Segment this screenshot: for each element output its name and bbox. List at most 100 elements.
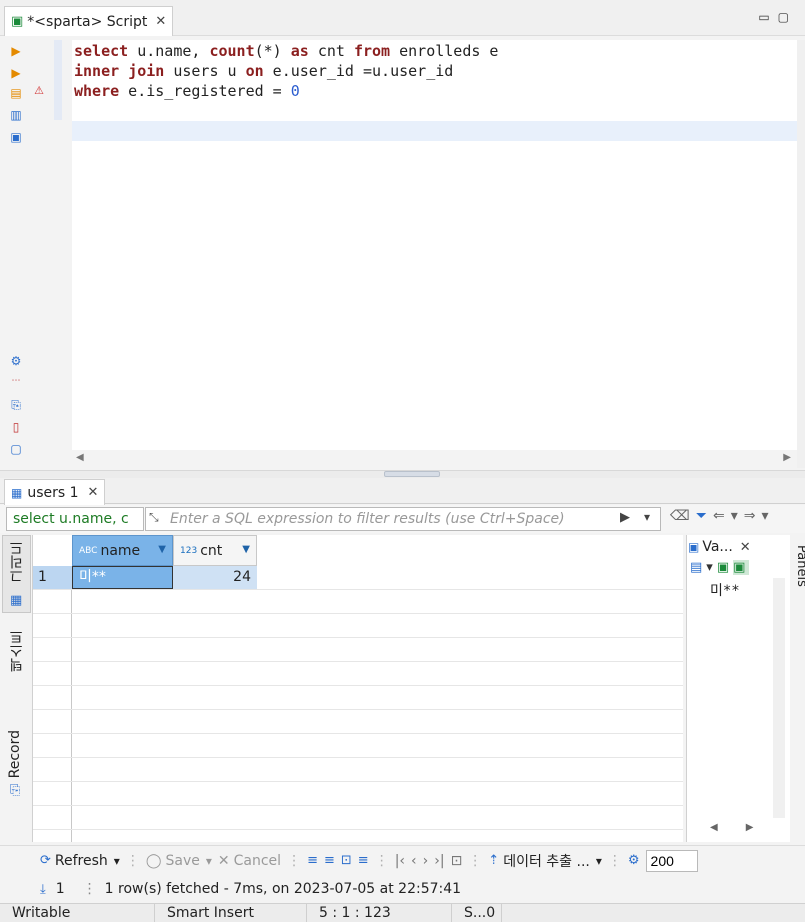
book-icon[interactable]: ▤ xyxy=(690,560,706,575)
explain-plan-icon[interactable]: ▥ xyxy=(9,108,23,122)
scroll-left-icon[interactable]: ◀ xyxy=(710,822,746,833)
results-tab-bar xyxy=(0,478,805,504)
close-icon[interactable]: ✕ xyxy=(155,14,166,29)
auto-save-icon[interactable]: ▣ xyxy=(733,560,750,575)
fetch-size-input[interactable] xyxy=(645,849,698,872)
scroll-right-icon[interactable]: ▶ xyxy=(746,822,782,833)
save-button[interactable]: ◯ Save xyxy=(146,853,200,869)
next-page-icon[interactable]: › xyxy=(423,853,429,869)
row-count: 1 xyxy=(55,881,65,897)
value-horizontal-scrollbar[interactable]: ◀▶ xyxy=(710,822,781,833)
previous-page-icon[interactable]: ‹ xyxy=(411,853,417,869)
copy-row-icon[interactable]: ⊡ xyxy=(341,853,352,868)
chevron-down-icon[interactable]: ▾ xyxy=(731,508,744,524)
chevron-down-icon[interactable]: ▾ xyxy=(206,854,212,868)
cancel-button[interactable]: ✕ Cancel xyxy=(218,853,281,869)
last-page-icon[interactable]: ›| xyxy=(434,853,444,869)
cell-cnt[interactable]: 24 xyxy=(173,566,257,589)
code-line-2: inner join users u on e.user_id =u.user_… xyxy=(74,61,453,81)
filter-expression-input[interactable]: Enter a SQL expression to filter results… xyxy=(145,507,661,531)
code-line-3: where e.is_registered = 0 xyxy=(74,81,300,101)
scroll-right-icon[interactable]: ▶ xyxy=(783,452,791,463)
tab-record[interactable]: Record xyxy=(7,730,23,778)
forward-arrow-icon[interactable]: ⇒ xyxy=(744,508,762,524)
grid-row-line xyxy=(33,733,683,734)
export-label: 데이터 추출 ... xyxy=(503,853,590,870)
console-icon[interactable]: ▣ xyxy=(9,130,23,144)
fetch-all-icon[interactable]: ⊡ xyxy=(451,853,463,869)
scroll-left-icon[interactable]: ◀ xyxy=(76,452,84,463)
check-circle-icon: ◯ xyxy=(145,852,162,869)
variables-icon[interactable]: ▢ xyxy=(9,442,23,456)
first-page-icon[interactable]: |‹ xyxy=(395,853,405,869)
sql-editor[interactable] xyxy=(72,40,797,450)
chevron-down-icon[interactable]: ▾ xyxy=(596,854,602,868)
panels-toggle[interactable]: Panels xyxy=(794,545,805,587)
editor-tab-script[interactable]: ▣ *<sparta> Script ✕ xyxy=(4,6,174,36)
cell-name[interactable]: 미** xyxy=(72,566,173,589)
keyword: select xyxy=(74,42,129,60)
cancel-icon: ✕ xyxy=(217,852,230,869)
value-content[interactable]: 미** xyxy=(710,580,740,600)
status-separator: ⋮ xyxy=(82,881,97,897)
refresh-button[interactable]: ⟳ Refresh xyxy=(40,853,108,869)
export-data-button[interactable]: ⇡ 데이터 추출 ... xyxy=(488,851,590,871)
column-header-cnt[interactable]: 123 cnt ▼ xyxy=(173,535,257,566)
chevron-down-icon[interactable]: ▾ xyxy=(762,508,775,524)
column-header-name[interactable]: ABC name ▼ xyxy=(72,535,173,566)
fetch-message: 1 row(s) fetched - 7ms, on 2023-07-05 at… xyxy=(104,881,462,897)
query-text-field[interactable]: select u.name, c xyxy=(6,507,144,531)
delete-file-icon[interactable]: ▯ xyxy=(9,420,23,434)
toolbar-separator: ⋮ xyxy=(374,852,389,869)
value-panel-tab-label: Va... xyxy=(702,539,733,555)
code-text: (*) xyxy=(254,42,291,60)
value-vertical-scrollbar[interactable] xyxy=(773,578,785,818)
export-icon[interactable]: ⎘ xyxy=(9,398,23,412)
execute-statement-icon[interactable]: ▶ xyxy=(9,44,23,58)
editor-tab-title: *<sparta> Script xyxy=(27,13,148,30)
delete-row-icon[interactable]: ≡ xyxy=(358,853,369,868)
filter-history-dropdown-icon[interactable]: ▾ xyxy=(644,510,650,524)
tab-grid[interactable]: 그리드 xyxy=(7,541,27,583)
back-arrow-icon[interactable]: ⇐ xyxy=(713,508,731,524)
fetch-settings-gear-icon[interactable]: ⚙ xyxy=(628,853,640,868)
edit-row-icon[interactable]: ≡ xyxy=(307,853,318,868)
result-view-tabs: 그리드 ▦ 텍스트 Record ⎘ xyxy=(0,535,33,842)
sort-dropdown-icon[interactable]: ▼ xyxy=(158,544,166,555)
chevron-down-icon[interactable]: ▾ xyxy=(114,854,120,868)
apply-filter-icon[interactable]: ▶ xyxy=(620,510,630,525)
tab-text[interactable]: 텍스트 xyxy=(7,630,27,672)
close-icon[interactable]: ✕ xyxy=(88,485,99,500)
code-text: enrolleds e xyxy=(390,42,499,60)
divider-handle[interactable] xyxy=(384,471,440,477)
row-number[interactable]: 1 xyxy=(33,566,72,589)
filter-expand-icon[interactable]: ⤡ xyxy=(149,510,159,525)
settings-gear-icon[interactable]: ⚙ xyxy=(9,354,23,368)
grid-icon: ▦ xyxy=(10,593,23,608)
editor-vertical-scrollbar[interactable] xyxy=(797,40,805,468)
execute-script-icon[interactable]: ▤ xyxy=(9,86,23,100)
status-cursor-position: 5 : 1 : 123 xyxy=(307,904,452,922)
code-text: cnt xyxy=(308,42,354,60)
results-tab-users[interactable]: ▦ users 1 ✕ xyxy=(4,479,106,505)
grid-row-line xyxy=(33,709,683,710)
refresh-label: Refresh xyxy=(54,852,108,869)
value-panel-tab[interactable]: ▣ Va... ✕ xyxy=(688,537,762,557)
eraser-icon[interactable]: ⌫ xyxy=(670,508,696,524)
grid-row-line xyxy=(33,685,683,686)
results-toolbar: ⟳ Refresh ▾ ⋮ ◯ Save ▾ ✕ Cancel ⋮ ≡ ≡ ⊡ ≡ ⋮… xyxy=(0,845,805,875)
add-row-icon[interactable]: ≡ xyxy=(324,853,335,868)
editor-horizontal-scrollbar[interactable]: ◀ ▶ xyxy=(72,450,797,468)
save-icon[interactable]: ▣ xyxy=(717,560,733,575)
filter-tools[interactable]: ⌫⏷⇐▾⇒▾ xyxy=(670,508,775,524)
execute-in-new-tab-icon[interactable]: ▶ xyxy=(9,66,23,80)
refresh-icon: ⟳ xyxy=(40,853,51,868)
window-controls[interactable]: ▭▢ xyxy=(758,10,797,24)
toolbar-separator: ⋮ xyxy=(287,852,302,869)
close-icon[interactable]: ✕ xyxy=(740,540,751,555)
toolbar-separator: ⋮ xyxy=(125,852,140,869)
keyword: count xyxy=(209,42,255,60)
funnel-icon[interactable]: ⏷ xyxy=(696,508,713,524)
sort-dropdown-icon[interactable]: ▼ xyxy=(242,544,250,555)
chevron-down-icon[interactable]: ▾ xyxy=(706,560,717,575)
